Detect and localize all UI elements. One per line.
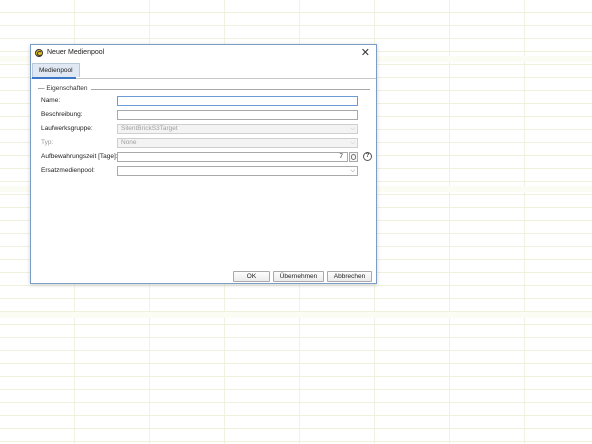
- dialog-title: Neuer Medienpool: [47, 49, 105, 56]
- group-title-eigenschaften: — Eigenschaften: [37, 85, 91, 92]
- type-label: Typ:: [41, 139, 54, 146]
- tab-bar: Medienpool: [31, 62, 376, 79]
- dialog-titlebar[interactable]: Neuer Medienpool ✕: [31, 45, 376, 62]
- replacement-pool-label: Ersatzmedienpool:: [41, 167, 95, 174]
- new-media-pool-dialog: Neuer Medienpool ✕ Medienpool — Eigensch…: [30, 44, 377, 284]
- drive-group-value: SilentBrickS3Target: [121, 125, 178, 132]
- tab-selected-indicator: [32, 77, 76, 79]
- app-logo-icon: [35, 49, 43, 57]
- ok-button[interactable]: OK: [233, 271, 270, 282]
- apply-button[interactable]: Übernehmen: [273, 271, 324, 282]
- spinner-arrows-icon: [351, 154, 356, 160]
- drive-group-select: SilentBrickS3Target ⌵: [117, 124, 358, 134]
- description-label: Beschreibung:: [41, 111, 83, 118]
- drive-group-label: Laufwerksgruppe:: [41, 125, 93, 132]
- retention-days-input[interactable]: 7: [117, 152, 348, 162]
- chevron-down-icon: ⌵: [350, 126, 355, 132]
- type-select: None ⌵: [117, 138, 358, 148]
- replacement-pool-select[interactable]: ⌵: [117, 166, 358, 176]
- tab-medienpool[interactable]: Medienpool: [32, 63, 80, 77]
- chevron-down-icon: ⌵: [350, 168, 355, 174]
- name-input[interactable]: [117, 96, 358, 106]
- chevron-down-icon: ⌵: [350, 140, 355, 146]
- close-icon[interactable]: ✕: [361, 46, 370, 60]
- name-label: Name:: [41, 97, 61, 104]
- retention-spinner[interactable]: [349, 152, 358, 162]
- type-value: None: [121, 139, 137, 146]
- description-input[interactable]: [117, 110, 358, 120]
- help-icon[interactable]: ?: [363, 152, 372, 161]
- cancel-button[interactable]: Abbrechen: [327, 271, 372, 282]
- retention-label: Aufbewahrungszeit [Tage]:: [41, 153, 118, 160]
- background-stripe: [0, 312, 592, 318]
